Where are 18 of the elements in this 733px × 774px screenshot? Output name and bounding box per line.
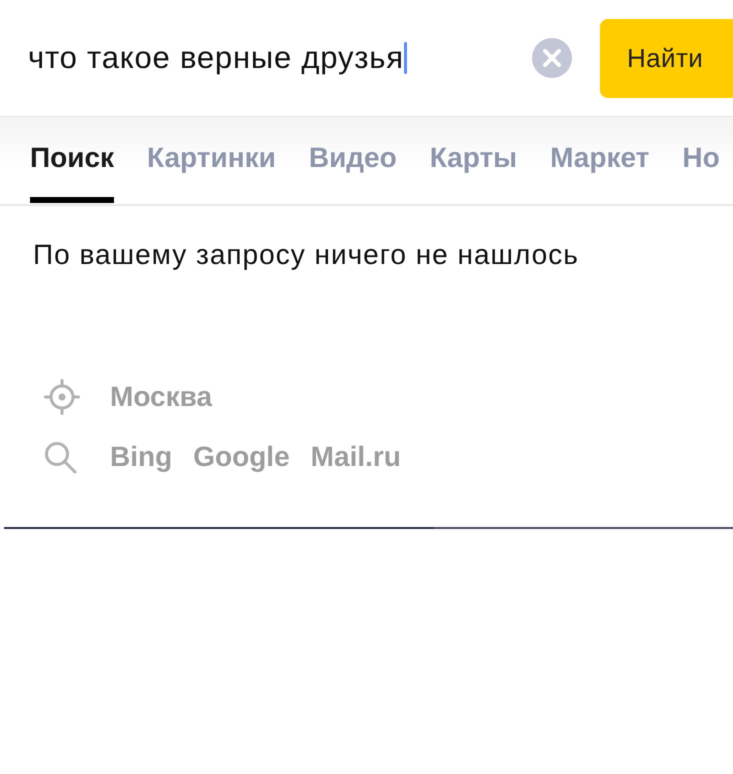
search-field[interactable]: что такое верные друзья: [28, 34, 532, 82]
search-engine-link[interactable]: Google: [193, 441, 290, 473]
tab[interactable]: Карты: [430, 117, 518, 203]
location-target-icon: [44, 379, 80, 415]
text-cursor: [404, 42, 407, 74]
tab[interactable]: Маркет: [550, 117, 650, 203]
no-results-message: По вашему запросу ничего не нашлось: [33, 239, 580, 271]
search-engine-link[interactable]: Mail.ru: [310, 441, 401, 473]
search-engine-link[interactable]: Bing: [110, 441, 172, 473]
tab[interactable]: Поиск: [30, 117, 114, 203]
clear-button[interactable]: [532, 38, 572, 78]
search-icon: [44, 440, 77, 474]
tab[interactable]: Картинки: [147, 117, 276, 203]
region-link[interactable]: Москва: [110, 381, 212, 413]
search-button[interactable]: Найти: [600, 18, 733, 98]
tab[interactable]: Но: [682, 117, 720, 203]
tab[interactable]: Видео: [308, 117, 397, 203]
close-icon: [543, 49, 561, 67]
